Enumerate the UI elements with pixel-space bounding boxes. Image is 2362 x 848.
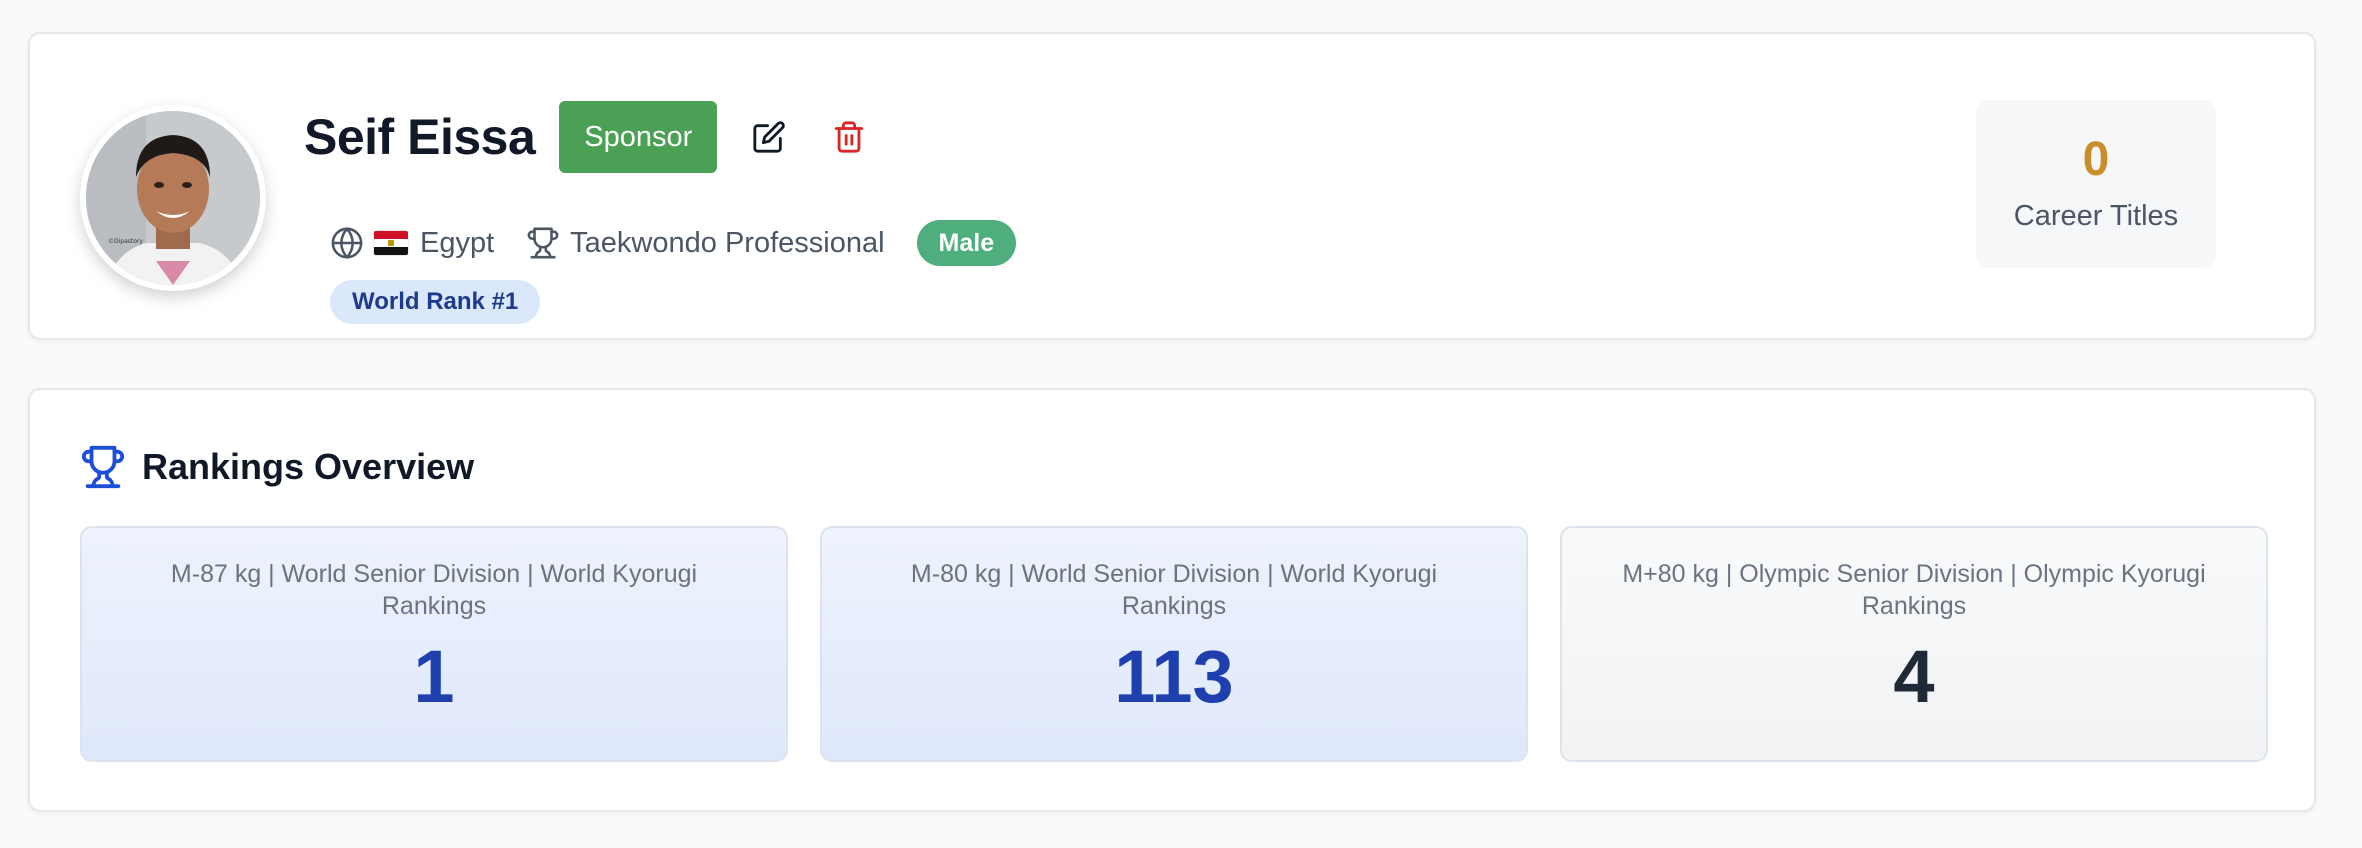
trash-icon: [835, 121, 864, 153]
sponsor-button[interactable]: Sponsor: [559, 101, 718, 173]
ranking-tile: M-87 kg | World Senior Division | World …: [80, 526, 788, 762]
sport-name: Taekwondo Professional: [570, 226, 885, 259]
ranking-value: 113: [1114, 635, 1234, 718]
trophy-icon: [81, 445, 125, 489]
trophy-icon: [527, 227, 559, 259]
career-titles-value: 0: [2082, 132, 2110, 186]
profile-card: ©Dipastory Seif Eissa Sponsor Egypt Taek…: [28, 32, 2316, 340]
country-info: Egypt: [330, 226, 494, 260]
ranking-value: 4: [1893, 635, 1935, 718]
edit-button[interactable]: [745, 113, 793, 161]
ranking-category: M-87 kg | World Senior Division | World …: [170, 560, 698, 620]
ranking-tile: M+80 kg | Olympic Senior Division | Olym…: [1560, 526, 2268, 762]
name-row: Seif Eissa Sponsor: [304, 100, 873, 174]
avatar: ©Dipastory: [80, 105, 266, 291]
career-titles-stat: 0 Career Titles: [1976, 100, 2216, 268]
ranking-category: M-80 kg | World Senior Division | World …: [910, 560, 1438, 620]
athlete-name: Seif Eissa: [304, 109, 536, 165]
globe-icon: [331, 226, 363, 260]
gender-badge: Male: [916, 220, 1017, 266]
delete-button[interactable]: [825, 113, 873, 161]
country-name: Egypt: [420, 226, 495, 259]
career-titles-label: Career Titles: [2013, 199, 2179, 232]
ranking-tile: M-80 kg | World Senior Division | World …: [820, 526, 1528, 762]
ranking-value: 1: [413, 635, 455, 718]
avatar-photo: ©Dipastory: [86, 111, 260, 285]
edit-icon: [753, 121, 786, 153]
egypt-flag-icon: [374, 231, 408, 255]
meta-row: Egypt Taekwondo Professional Male: [330, 220, 1017, 266]
rankings-title: Rankings Overview: [142, 446, 475, 487]
rankings-card: Rankings Overview M-87 kg | World Senior…: [28, 388, 2316, 812]
ranking-category: M+80 kg | Olympic Senior Division | Olym…: [1622, 560, 2206, 620]
rankings-header: Rankings Overview: [80, 442, 474, 492]
world-rank-badge: World Rank #1: [330, 280, 541, 324]
avatar-watermark: ©Dipastory: [108, 238, 143, 245]
sport-info: Taekwondo Professional: [526, 226, 885, 260]
